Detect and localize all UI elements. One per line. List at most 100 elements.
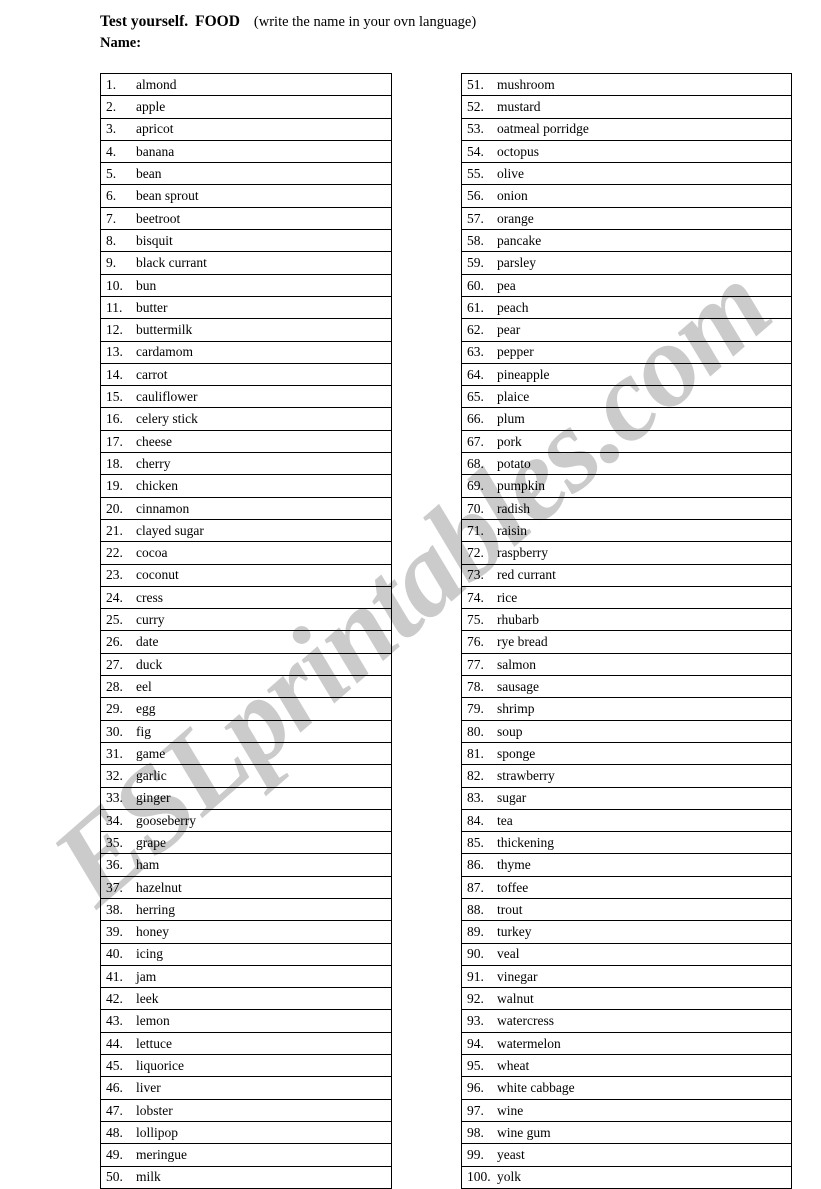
vocabulary-cell[interactable]: 83. sugar bbox=[461, 786, 792, 810]
vocabulary-cell[interactable]: 6. bean sprout bbox=[100, 184, 392, 208]
vocabulary-cell[interactable]: 24. cress bbox=[100, 585, 392, 610]
vocabulary-cell[interactable]: 100. yolk bbox=[461, 1165, 792, 1189]
vocabulary-cell[interactable]: 69. pumpkin bbox=[461, 474, 792, 498]
vocabulary-cell[interactable]: 85. thickening bbox=[461, 831, 792, 855]
vocabulary-cell[interactable]: 59. parsley bbox=[461, 251, 792, 275]
vocabulary-cell[interactable]: 76. rye bread bbox=[461, 630, 792, 654]
vocabulary-cell[interactable]: 63. pepper bbox=[461, 340, 792, 364]
vocabulary-cell[interactable]: 62. pear bbox=[461, 318, 792, 342]
vocabulary-cell[interactable]: 31. game bbox=[100, 741, 392, 766]
vocabulary-cell[interactable]: 56. onion bbox=[461, 184, 792, 208]
vocabulary-cell[interactable]: 37. hazelnut bbox=[100, 875, 392, 899]
vocabulary-cell[interactable]: 53. oatmeal porridge bbox=[461, 117, 792, 141]
vocabulary-cell[interactable]: 96. white cabbage bbox=[461, 1076, 792, 1100]
vocabulary-cell[interactable]: 64. pineapple bbox=[461, 362, 792, 387]
vocabulary-cell[interactable]: 45. liquorice bbox=[100, 1054, 392, 1078]
vocabulary-cell[interactable]: 73. red currant bbox=[461, 563, 792, 587]
vocabulary-cell[interactable]: 52. mustard bbox=[461, 95, 792, 119]
vocabulary-cell[interactable]: 41. jam bbox=[100, 964, 392, 989]
vocabulary-cell[interactable]: 60. pea bbox=[461, 273, 792, 297]
vocabulary-cell[interactable]: 27. duck bbox=[100, 652, 392, 677]
vocabulary-cell[interactable]: 3. apricot bbox=[100, 117, 392, 141]
vocabulary-cell[interactable]: 92. walnut bbox=[461, 987, 792, 1011]
vocabulary-cell[interactable]: 35. grape bbox=[100, 831, 392, 855]
vocabulary-cell[interactable]: 19. chicken bbox=[100, 474, 392, 498]
vocabulary-cell[interactable]: 93. watercress bbox=[461, 1009, 792, 1033]
vocabulary-cell[interactable]: 9. black currant bbox=[100, 251, 392, 275]
vocabulary-cell[interactable]: 70. radish bbox=[461, 496, 792, 520]
vocabulary-cell[interactable]: 29. egg bbox=[100, 697, 392, 721]
vocabulary-cell[interactable]: 36. ham bbox=[100, 853, 392, 877]
vocabulary-cell[interactable]: 25. curry bbox=[100, 608, 392, 632]
vocabulary-cell[interactable]: 67. pork bbox=[461, 429, 792, 454]
vocabulary-cell[interactable]: 58. pancake bbox=[461, 229, 792, 253]
vocabulary-cell[interactable]: 11. butter bbox=[100, 295, 392, 320]
vocabulary-cell[interactable]: 5. bean bbox=[100, 162, 392, 186]
vocabulary-cell[interactable]: 2. apple bbox=[100, 95, 392, 119]
vocabulary-cell[interactable]: 65. plaice bbox=[461, 385, 792, 409]
vocabulary-cell[interactable]: 46. liver bbox=[100, 1076, 392, 1100]
vocabulary-cell[interactable]: 48. lollipop bbox=[100, 1120, 392, 1145]
vocabulary-cell[interactable]: 91. vinegar bbox=[461, 964, 792, 989]
vocabulary-cell[interactable]: 61. peach bbox=[461, 295, 792, 320]
vocabulary-cell[interactable]: 28. eel bbox=[100, 675, 392, 699]
vocabulary-cell[interactable]: 50. milk bbox=[100, 1165, 392, 1189]
vocabulary-cell[interactable]: 39. honey bbox=[100, 920, 392, 944]
vocabulary-cell[interactable]: 95. wheat bbox=[461, 1054, 792, 1078]
vocabulary-cell[interactable]: 77. salmon bbox=[461, 652, 792, 677]
vocabulary-cell[interactable]: 82. strawberry bbox=[461, 764, 792, 788]
vocabulary-cell[interactable]: 15. cauliflower bbox=[100, 385, 392, 409]
vocabulary-cell[interactable]: 34. gooseberry bbox=[100, 808, 392, 833]
vocabulary-cell[interactable]: 66. plum bbox=[461, 407, 792, 431]
vocabulary-cell[interactable]: 40. icing bbox=[100, 942, 392, 966]
vocabulary-cell[interactable]: 21. clayed sugar bbox=[100, 518, 392, 543]
vocabulary-cell[interactable]: 8. bisquit bbox=[100, 229, 392, 253]
vocabulary-cell[interactable]: 88. trout bbox=[461, 897, 792, 922]
vocabulary-cell[interactable]: 42. leek bbox=[100, 987, 392, 1011]
vocabulary-cell[interactable]: 54. octopus bbox=[461, 139, 792, 164]
vocabulary-cell[interactable]: 97. wine bbox=[461, 1098, 792, 1122]
vocabulary-cell[interactable]: 55. olive bbox=[461, 162, 792, 186]
vocabulary-cell[interactable]: 30. fig bbox=[100, 719, 392, 743]
vocabulary-cell[interactable]: 75. rhubarb bbox=[461, 608, 792, 632]
vocabulary-cell[interactable]: 4. banana bbox=[100, 139, 392, 164]
vocabulary-cell[interactable]: 49. meringue bbox=[100, 1143, 392, 1167]
vocabulary-cell[interactable]: 13. cardamom bbox=[100, 340, 392, 364]
vocabulary-cell[interactable]: 57. orange bbox=[461, 206, 792, 231]
vocabulary-cell[interactable]: 99. yeast bbox=[461, 1143, 792, 1167]
vocabulary-cell[interactable]: 87. toffee bbox=[461, 875, 792, 899]
vocabulary-cell[interactable]: 22. cocoa bbox=[100, 541, 392, 565]
vocabulary-cell[interactable]: 98. wine gum bbox=[461, 1120, 792, 1145]
vocabulary-cell[interactable]: 74. rice bbox=[461, 585, 792, 610]
vocabulary-cell[interactable]: 12. buttermilk bbox=[100, 318, 392, 342]
vocabulary-cell[interactable]: 33. ginger bbox=[100, 786, 392, 810]
vocabulary-cell[interactable]: 38. herring bbox=[100, 897, 392, 922]
vocabulary-cell[interactable]: 68. potato bbox=[461, 452, 792, 476]
vocabulary-cell[interactable]: 47. lobster bbox=[100, 1098, 392, 1122]
vocabulary-cell[interactable]: 71. raisin bbox=[461, 518, 792, 543]
vocabulary-cell[interactable]: 80. soup bbox=[461, 719, 792, 743]
vocabulary-cell[interactable]: 51. mushroom bbox=[461, 72, 792, 97]
vocabulary-cell[interactable]: 94. watermelon bbox=[461, 1031, 792, 1056]
vocabulary-cell[interactable]: 18. cherry bbox=[100, 452, 392, 476]
vocabulary-cell[interactable]: 14. carrot bbox=[100, 362, 392, 387]
vocabulary-cell[interactable]: 86. thyme bbox=[461, 853, 792, 877]
vocabulary-cell[interactable]: 16. celery stick bbox=[100, 407, 392, 431]
vocabulary-cell[interactable]: 1. almond bbox=[100, 72, 392, 97]
vocabulary-cell[interactable]: 43. lemon bbox=[100, 1009, 392, 1033]
vocabulary-cell[interactable]: 84. tea bbox=[461, 808, 792, 833]
vocabulary-cell[interactable]: 79. shrimp bbox=[461, 697, 792, 721]
vocabulary-cell[interactable]: 17. cheese bbox=[100, 429, 392, 454]
vocabulary-cell[interactable]: 26. date bbox=[100, 630, 392, 654]
vocabulary-cell[interactable]: 81. sponge bbox=[461, 741, 792, 766]
vocabulary-cell[interactable]: 32. garlic bbox=[100, 764, 392, 788]
vocabulary-cell[interactable]: 10. bun bbox=[100, 273, 392, 297]
vocabulary-cell[interactable]: 72. raspberry bbox=[461, 541, 792, 565]
vocabulary-cell[interactable]: 90. veal bbox=[461, 942, 792, 966]
vocabulary-cell[interactable]: 20. cinnamon bbox=[100, 496, 392, 520]
vocabulary-cell[interactable]: 7. beetroot bbox=[100, 206, 392, 231]
vocabulary-cell[interactable]: 89. turkey bbox=[461, 920, 792, 944]
vocabulary-cell[interactable]: 23. coconut bbox=[100, 563, 392, 587]
vocabulary-cell[interactable]: 44. lettuce bbox=[100, 1031, 392, 1056]
vocabulary-cell[interactable]: 78. sausage bbox=[461, 675, 792, 699]
